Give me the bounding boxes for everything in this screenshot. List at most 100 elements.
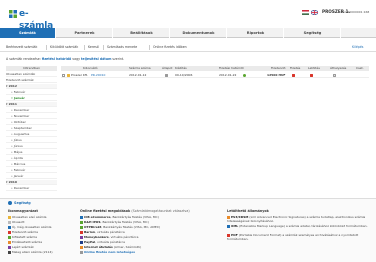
payment-option[interactable]: Internet átutalás (Almer, SzámloPo) <box>80 245 141 249</box>
subnav-divider <box>103 45 104 50</box>
sort-info-middle: vagy <box>72 57 81 61</box>
tab-riportok[interactable]: Riportok <box>228 28 284 38</box>
sidebar-month[interactable]: • December <box>6 186 57 191</box>
logout-link[interactable]: Kilépés <box>352 44 363 51</box>
col-status[interactable]: Állapot <box>162 66 172 71</box>
sidebar-month[interactable]: • Február <box>6 90 57 95</box>
sidebar-month-label: Július <box>13 138 22 142</box>
legend-item: Új, még olvasatlan számla <box>8 225 52 229</box>
payment-option[interactable]: PayPal, virtuális pénztárca <box>80 240 125 244</box>
paypal-icon <box>80 240 83 244</box>
subnav-kikuldott[interactable]: Kiküldött számlák <box>50 44 78 51</box>
col-invoice-no[interactable]: Számla száma <box>129 66 151 71</box>
sidebar-year-2011[interactable]: ▾ 2011 <box>6 102 57 107</box>
sidebar-month[interactable]: • November <box>6 114 57 119</box>
sidebar-month[interactable]: • Március <box>6 162 57 167</box>
sidebar-month[interactable]: • Június <box>6 144 57 149</box>
row-checkbox[interactable] <box>62 73 65 77</box>
english-flag-icon[interactable] <box>311 10 318 15</box>
sidebar-month[interactable]: • Augusztus <box>6 132 57 137</box>
subnav-kereso[interactable]: Kereső <box>88 44 99 51</box>
sidebar-month[interactable]: • Szeptember <box>6 126 57 131</box>
sidebar-year-2012[interactable]: ▾ 2012 <box>6 84 57 89</box>
sidebar-item-unread[interactable]: Olvasatlan számlák <box>6 72 57 77</box>
payment-option-name: Moneybookers <box>84 235 109 239</box>
row-amount: 12500 HUF <box>267 73 286 77</box>
payment-icon[interactable] <box>292 73 295 77</box>
download-type: PDF (Portable Document Format) a számlák… <box>227 233 370 241</box>
tab-szamlak[interactable]: Számlák <box>0 28 56 38</box>
logo-mark-icon <box>9 10 17 18</box>
legend-item: Emlékeztető számla <box>8 240 42 244</box>
col-issue-date[interactable]: Kiállítás <box>175 66 187 71</box>
sidebar-month-label: Március <box>13 162 26 166</box>
download-type-desc: (xml Advanced Electronic Signatures) a s… <box>227 215 366 223</box>
table-header: Kibocsátó Számla száma Állapot Kiállítás… <box>61 66 369 71</box>
sidebar-item-payable[interactable]: Fizetendő számlák <box>6 78 57 83</box>
paid-icon <box>8 235 11 239</box>
payment-options-title: Online fizetési megoldások (Számlatámoga… <box>80 209 190 213</box>
tab-segitseg[interactable]: Segítség <box>285 28 341 38</box>
pdf-download-icon[interactable] <box>310 73 313 77</box>
sidebar-month-label: November <box>13 114 30 118</box>
payment-option-name: PayPal <box>84 240 96 244</box>
sidebar-month[interactable]: • Január <box>6 174 57 179</box>
subnav-beerkezett[interactable]: Beérkezett számlák <box>6 44 37 51</box>
move-icon[interactable] <box>333 73 336 77</box>
sort-info: A számlák rendezése: fizetési határidő v… <box>6 57 124 61</box>
col-amount[interactable]: Fizetendő <box>271 66 285 71</box>
col-issuer[interactable]: Kibocsátó <box>83 66 98 71</box>
table-row[interactable]: Proszer Kft. PR-20010 2012-01-12 09-10/2… <box>61 72 369 78</box>
xml-file-icon <box>227 224 230 228</box>
sidebar-month-active[interactable]: • Január <box>6 96 57 101</box>
legend-item: Olvasatlan elsó számla <box>8 215 47 219</box>
sidebar-month[interactable]: • Február <box>6 168 57 173</box>
col-due-date[interactable]: Fizetési határidő <box>219 66 244 71</box>
sidebar-month-label: Április <box>13 156 23 160</box>
sidebar-month[interactable]: • Október <box>6 120 57 125</box>
subnav-divider <box>149 45 150 50</box>
download-type-desc: (Portable Document Format) a számlák sze… <box>227 233 359 241</box>
subnav-szamlazas-menete[interactable]: Számlázás menete <box>107 44 137 51</box>
overdue-icon <box>8 245 11 249</box>
col-payment[interactable]: Fizetés <box>290 66 300 71</box>
sidebar-month[interactable]: • Április <box>6 156 57 161</box>
payment-option-desc: virtuális pénztárca <box>97 240 125 244</box>
row-due-date: 2012-01-22 <box>219 73 237 77</box>
payment-option-desc: Bankkártyás fizetés (VISA, MC) <box>112 215 159 219</box>
payment-option[interactable]: Moneybookers, virtuális pénztárca <box>80 235 138 239</box>
col-download[interactable]: Letöltés <box>308 66 320 71</box>
payment-option[interactable]: Online fizetés nem lehetséges <box>80 250 135 254</box>
tab-dokumentumok[interactable]: Dokumentumok <box>171 28 227 38</box>
tab-partnerek[interactable]: Partnerek <box>57 28 113 38</box>
main-nav: Számlák Partnerek Beállítások Dokumentum… <box>0 28 376 38</box>
payment-options-subtitle: (Számlatámogatásunkat választva) <box>131 209 190 213</box>
tab-beallitasok[interactable]: Beállítások <box>114 28 170 38</box>
col-move[interactable]: Áthelyezés <box>330 66 346 71</box>
sidebar-month-label: Június <box>13 144 23 148</box>
sidebar-month-label: Szeptember <box>13 126 32 130</box>
sort-by-fulfilment-date-link[interactable]: teljesítési dátum <box>81 57 111 61</box>
sidebar-year-2010[interactable]: ▾ 2010 <box>6 180 57 185</box>
payment-option[interactable]: K&H IPOS, Bankkártyás fizetés (VISA, MC) <box>80 220 149 224</box>
downloads-title: Letölthető állományok <box>227 209 269 213</box>
payment-option[interactable]: Barion, virtuális pénztárca <box>80 230 125 234</box>
legend-item: Meleg elleni számla (2114) <box>8 250 53 254</box>
sort-info-prefix: A számlák rendezése: <box>6 57 41 61</box>
hungarian-flag-icon[interactable] <box>302 10 309 15</box>
sidebar-month[interactable]: • Július <box>6 138 57 143</box>
row-issuer[interactable]: Proszer Kft. <box>71 72 88 78</box>
payment-option[interactable]: OTPDirekt, Bankkártyás fizetés (VISA, MC… <box>80 225 160 229</box>
sort-by-due-date-link[interactable]: fizetési határidő <box>42 57 71 61</box>
logo[interactable]: e-számla <box>9 8 55 31</box>
col-extra[interactable]: Cset. <box>356 66 364 71</box>
payment-option-name: CIB eCommerce <box>84 215 111 219</box>
help-title: Segítség <box>14 201 31 205</box>
sidebar-month[interactable]: • Május <box>6 150 57 155</box>
payment-option[interactable]: CIB eCommerce, Bankkártyás fizetés (VISA… <box>80 215 159 219</box>
unread-first-icon <box>8 215 11 219</box>
subnav-online-fizetes[interactable]: Online fizetés időben <box>153 44 187 51</box>
sidebar-month[interactable]: • December <box>6 108 57 113</box>
row-invoice-no[interactable]: PR-20010 <box>91 72 105 78</box>
payment-options-title-text: Online fizetési megoldások <box>80 209 131 213</box>
